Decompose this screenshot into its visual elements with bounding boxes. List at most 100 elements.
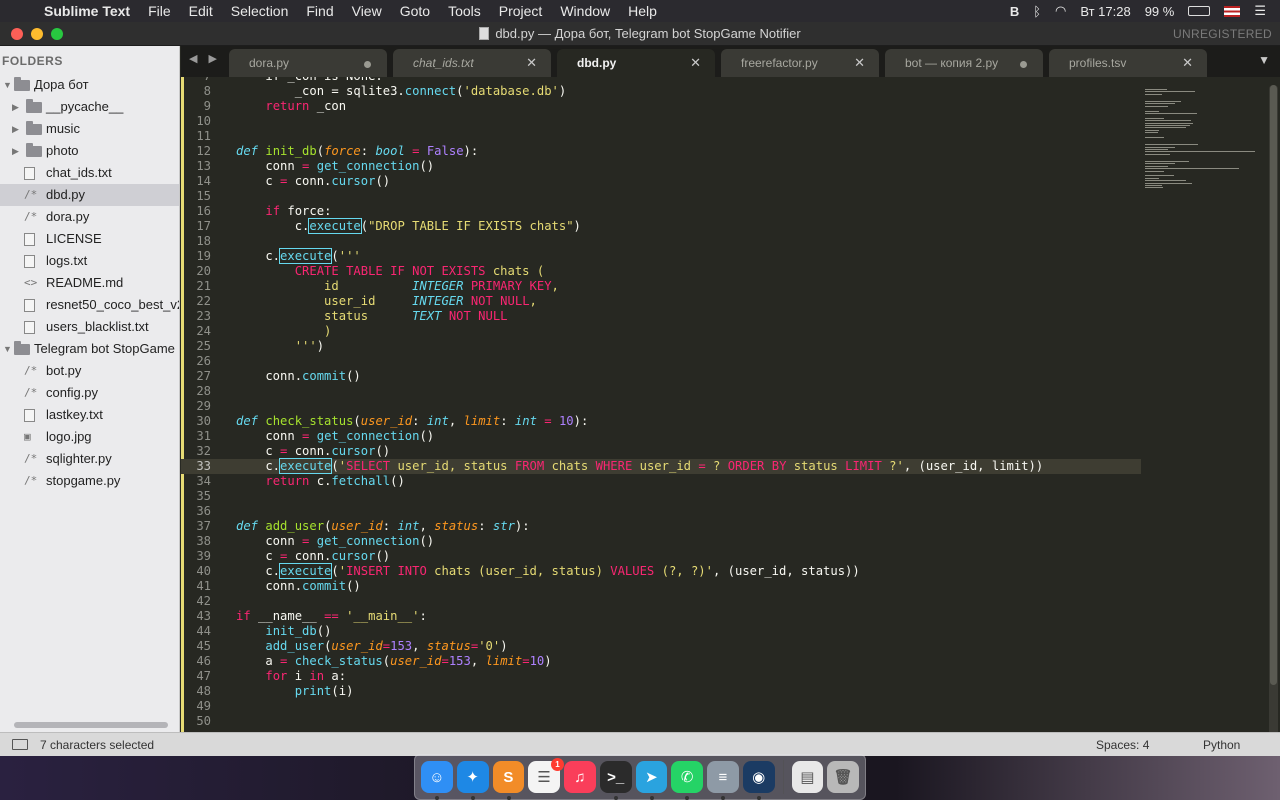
safari-icon[interactable]: ✦ [456, 761, 489, 800]
code-line[interactable]: 46 a = check_status(user_id=153, limit=1… [181, 654, 1141, 669]
code-line[interactable]: 31 conn = get_connection() [181, 429, 1141, 444]
code-line[interactable]: 25 ''') [181, 339, 1141, 354]
code-line[interactable]: 7 if _con is None: [181, 77, 1141, 84]
file-row[interactable]: /* sqlighter.py [0, 448, 179, 470]
file-row[interactable]: <> README.md [0, 272, 179, 294]
whatsapp-icon[interactable]: ✆ [671, 761, 703, 800]
menu-list-icon[interactable]: ☰ [1254, 3, 1266, 19]
code-line[interactable]: 11 [181, 129, 1141, 144]
menu-item-sublime-text[interactable]: Sublime Text [40, 0, 139, 22]
panel-toggle-icon[interactable] [12, 739, 28, 750]
code-lines[interactable]: 7 if _con is None:8 _con = sqlite3.conne… [181, 77, 1141, 729]
code-line[interactable]: 26 [181, 354, 1141, 369]
menu-item-view[interactable]: View [343, 0, 391, 22]
code-line[interactable]: 41 conn.commit() [181, 579, 1141, 594]
code-line[interactable]: 21 id INTEGER PRIMARY KEY, [181, 279, 1141, 294]
battery-icon[interactable] [1188, 6, 1211, 16]
vk-icon[interactable]: B [1010, 4, 1019, 19]
code-line[interactable]: 37 def add_user(user_id: int, status: str… [181, 519, 1141, 534]
sublime-text-icon[interactable]: S [492, 761, 525, 800]
disclosure-closed-icon[interactable]: ▶ [12, 96, 19, 118]
close-tab-icon[interactable]: ✕ [1182, 49, 1193, 77]
close-tab-icon[interactable]: ✕ [854, 49, 865, 77]
trash-icon[interactable]: 🗑 [827, 761, 859, 793]
menu-item-project[interactable]: Project [490, 0, 552, 22]
disclosure-open-icon[interactable]: ▼ [3, 338, 12, 360]
menu-item-tools[interactable]: Tools [439, 0, 490, 22]
tab-nav-arrows-icon[interactable]: ◀ ▶ [189, 52, 221, 65]
code-line[interactable]: 9 return _con [181, 99, 1141, 114]
tab-chat_ids-txt[interactable]: chat_ids.txt ✕ [393, 49, 551, 77]
file-row[interactable]: logs.txt [0, 250, 179, 272]
code-line[interactable]: 45 add_user(user_id=153, status='0') [181, 639, 1141, 654]
code-line[interactable]: 29 [181, 399, 1141, 414]
telegram-icon[interactable]: ➤ [635, 761, 668, 800]
code-line[interactable]: 50 [181, 714, 1141, 729]
code-line[interactable]: 24 ) [181, 324, 1141, 339]
code-line[interactable]: 8 _con = sqlite3.connect('database.db') [181, 84, 1141, 99]
code-line[interactable]: 33 c.execute('SELECT user_id, status FRO… [181, 458, 1141, 474]
code-line[interactable]: 23 status TEXT NOT NULL [181, 309, 1141, 324]
unsaved-dot-icon[interactable] [1020, 61, 1027, 68]
close-tab-icon[interactable]: ✕ [526, 49, 537, 77]
code-line[interactable]: 19 c.execute(''' [181, 248, 1141, 264]
file-row[interactable]: users_blacklist.txt [0, 316, 179, 338]
code-line[interactable]: 30 def check_status(user_id: int, limit: … [181, 414, 1141, 429]
code-line[interactable]: 22 user_id INTEGER NOT NULL, [181, 294, 1141, 309]
database-icon[interactable]: ≡ [707, 761, 739, 800]
disclosure-open-icon[interactable]: ▼ [3, 74, 12, 96]
tab-profiles-tsv[interactable]: profiles.tsv ✕ [1049, 49, 1207, 77]
file-row[interactable]: ▣ logo.jpg [0, 426, 179, 448]
battery-percent[interactable]: 99 % [1145, 4, 1175, 19]
menu-item-file[interactable]: File [139, 0, 180, 22]
menu-item-window[interactable]: Window [551, 0, 619, 22]
code-line[interactable]: 32 c = conn.cursor() [181, 444, 1141, 459]
menu-item-goto[interactable]: Goto [391, 0, 439, 22]
code-line[interactable]: 20 CREATE TABLE IF NOT EXISTS chats ( [181, 264, 1141, 279]
code-line[interactable]: 44 init_db() [181, 624, 1141, 639]
editor-scrollbar-thumb[interactable] [1270, 85, 1277, 685]
menu-item-edit[interactable]: Edit [180, 0, 222, 22]
code-line[interactable]: 34 return c.fetchall() [181, 474, 1141, 489]
code-line[interactable]: 47 for i in a: [181, 669, 1141, 684]
tab-freerefactor-py[interactable]: freerefactor.py ✕ [721, 49, 879, 77]
code-line[interactable]: 36 [181, 504, 1141, 519]
code-editor[interactable]: 7 if _con is None:8 _con = sqlite3.conne… [181, 77, 1280, 732]
menu-item-find[interactable]: Find [297, 0, 342, 22]
reminders-icon[interactable]: ☰ 1 [528, 758, 564, 793]
wifi-icon[interactable]: ◠ [1055, 3, 1066, 19]
indentation-setting[interactable]: Spaces: 4 [1096, 738, 1149, 752]
code-line[interactable]: 12 def init_db(force: bool = False): [181, 144, 1141, 159]
file-row[interactable]: /* dbd.py [0, 184, 179, 206]
code-line[interactable]: 13 conn = get_connection() [181, 159, 1141, 174]
code-line[interactable]: 10 [181, 114, 1141, 129]
file-row[interactable]: resnet50_coco_best_v2. [0, 294, 179, 316]
code-line[interactable]: 42 [181, 594, 1141, 609]
code-line[interactable]: 28 [181, 384, 1141, 399]
minimap[interactable] [1145, 89, 1260, 199]
close-tab-icon[interactable]: ✕ [690, 49, 701, 77]
code-line[interactable]: 27 conn.commit() [181, 369, 1141, 384]
file-row[interactable]: /* bot.py [0, 360, 179, 382]
folder-row[interactable]: ▶ __pycache__ [0, 96, 179, 118]
folder-row[interactable]: ▼ Дора бот [0, 74, 179, 96]
code-line[interactable]: 40 c.execute('INSERT INTO chats (user_id… [181, 563, 1141, 579]
code-line[interactable]: 15 [181, 189, 1141, 204]
unsaved-dot-icon[interactable] [364, 61, 371, 68]
alien-app-icon[interactable]: ◉ [742, 761, 775, 800]
tab-dbd-py[interactable]: dbd.py ✕ [557, 49, 715, 77]
code-line[interactable]: 18 [181, 234, 1141, 249]
code-line[interactable]: 17 c.execute("DROP TABLE IF EXISTS chats… [181, 218, 1141, 234]
tab-dora-py[interactable]: dora.py [229, 49, 387, 77]
code-line[interactable]: 39 c = conn.cursor() [181, 549, 1141, 564]
code-line[interactable]: 49 [181, 699, 1141, 714]
folder-row[interactable]: ▼ Telegram bot StopGame N [0, 338, 179, 360]
code-line[interactable]: 38 conn = get_connection() [181, 534, 1141, 549]
finder-icon[interactable]: ☺ [421, 761, 453, 800]
file-row[interactable]: /* dora.py [0, 206, 179, 228]
file-row[interactable]: LICENSE [0, 228, 179, 250]
editor-scrollbar[interactable] [1269, 85, 1278, 732]
disclosure-closed-icon[interactable]: ▶ [12, 140, 19, 162]
disclosure-closed-icon[interactable]: ▶ [12, 118, 19, 140]
sidebar-scrollbar[interactable] [14, 722, 168, 728]
